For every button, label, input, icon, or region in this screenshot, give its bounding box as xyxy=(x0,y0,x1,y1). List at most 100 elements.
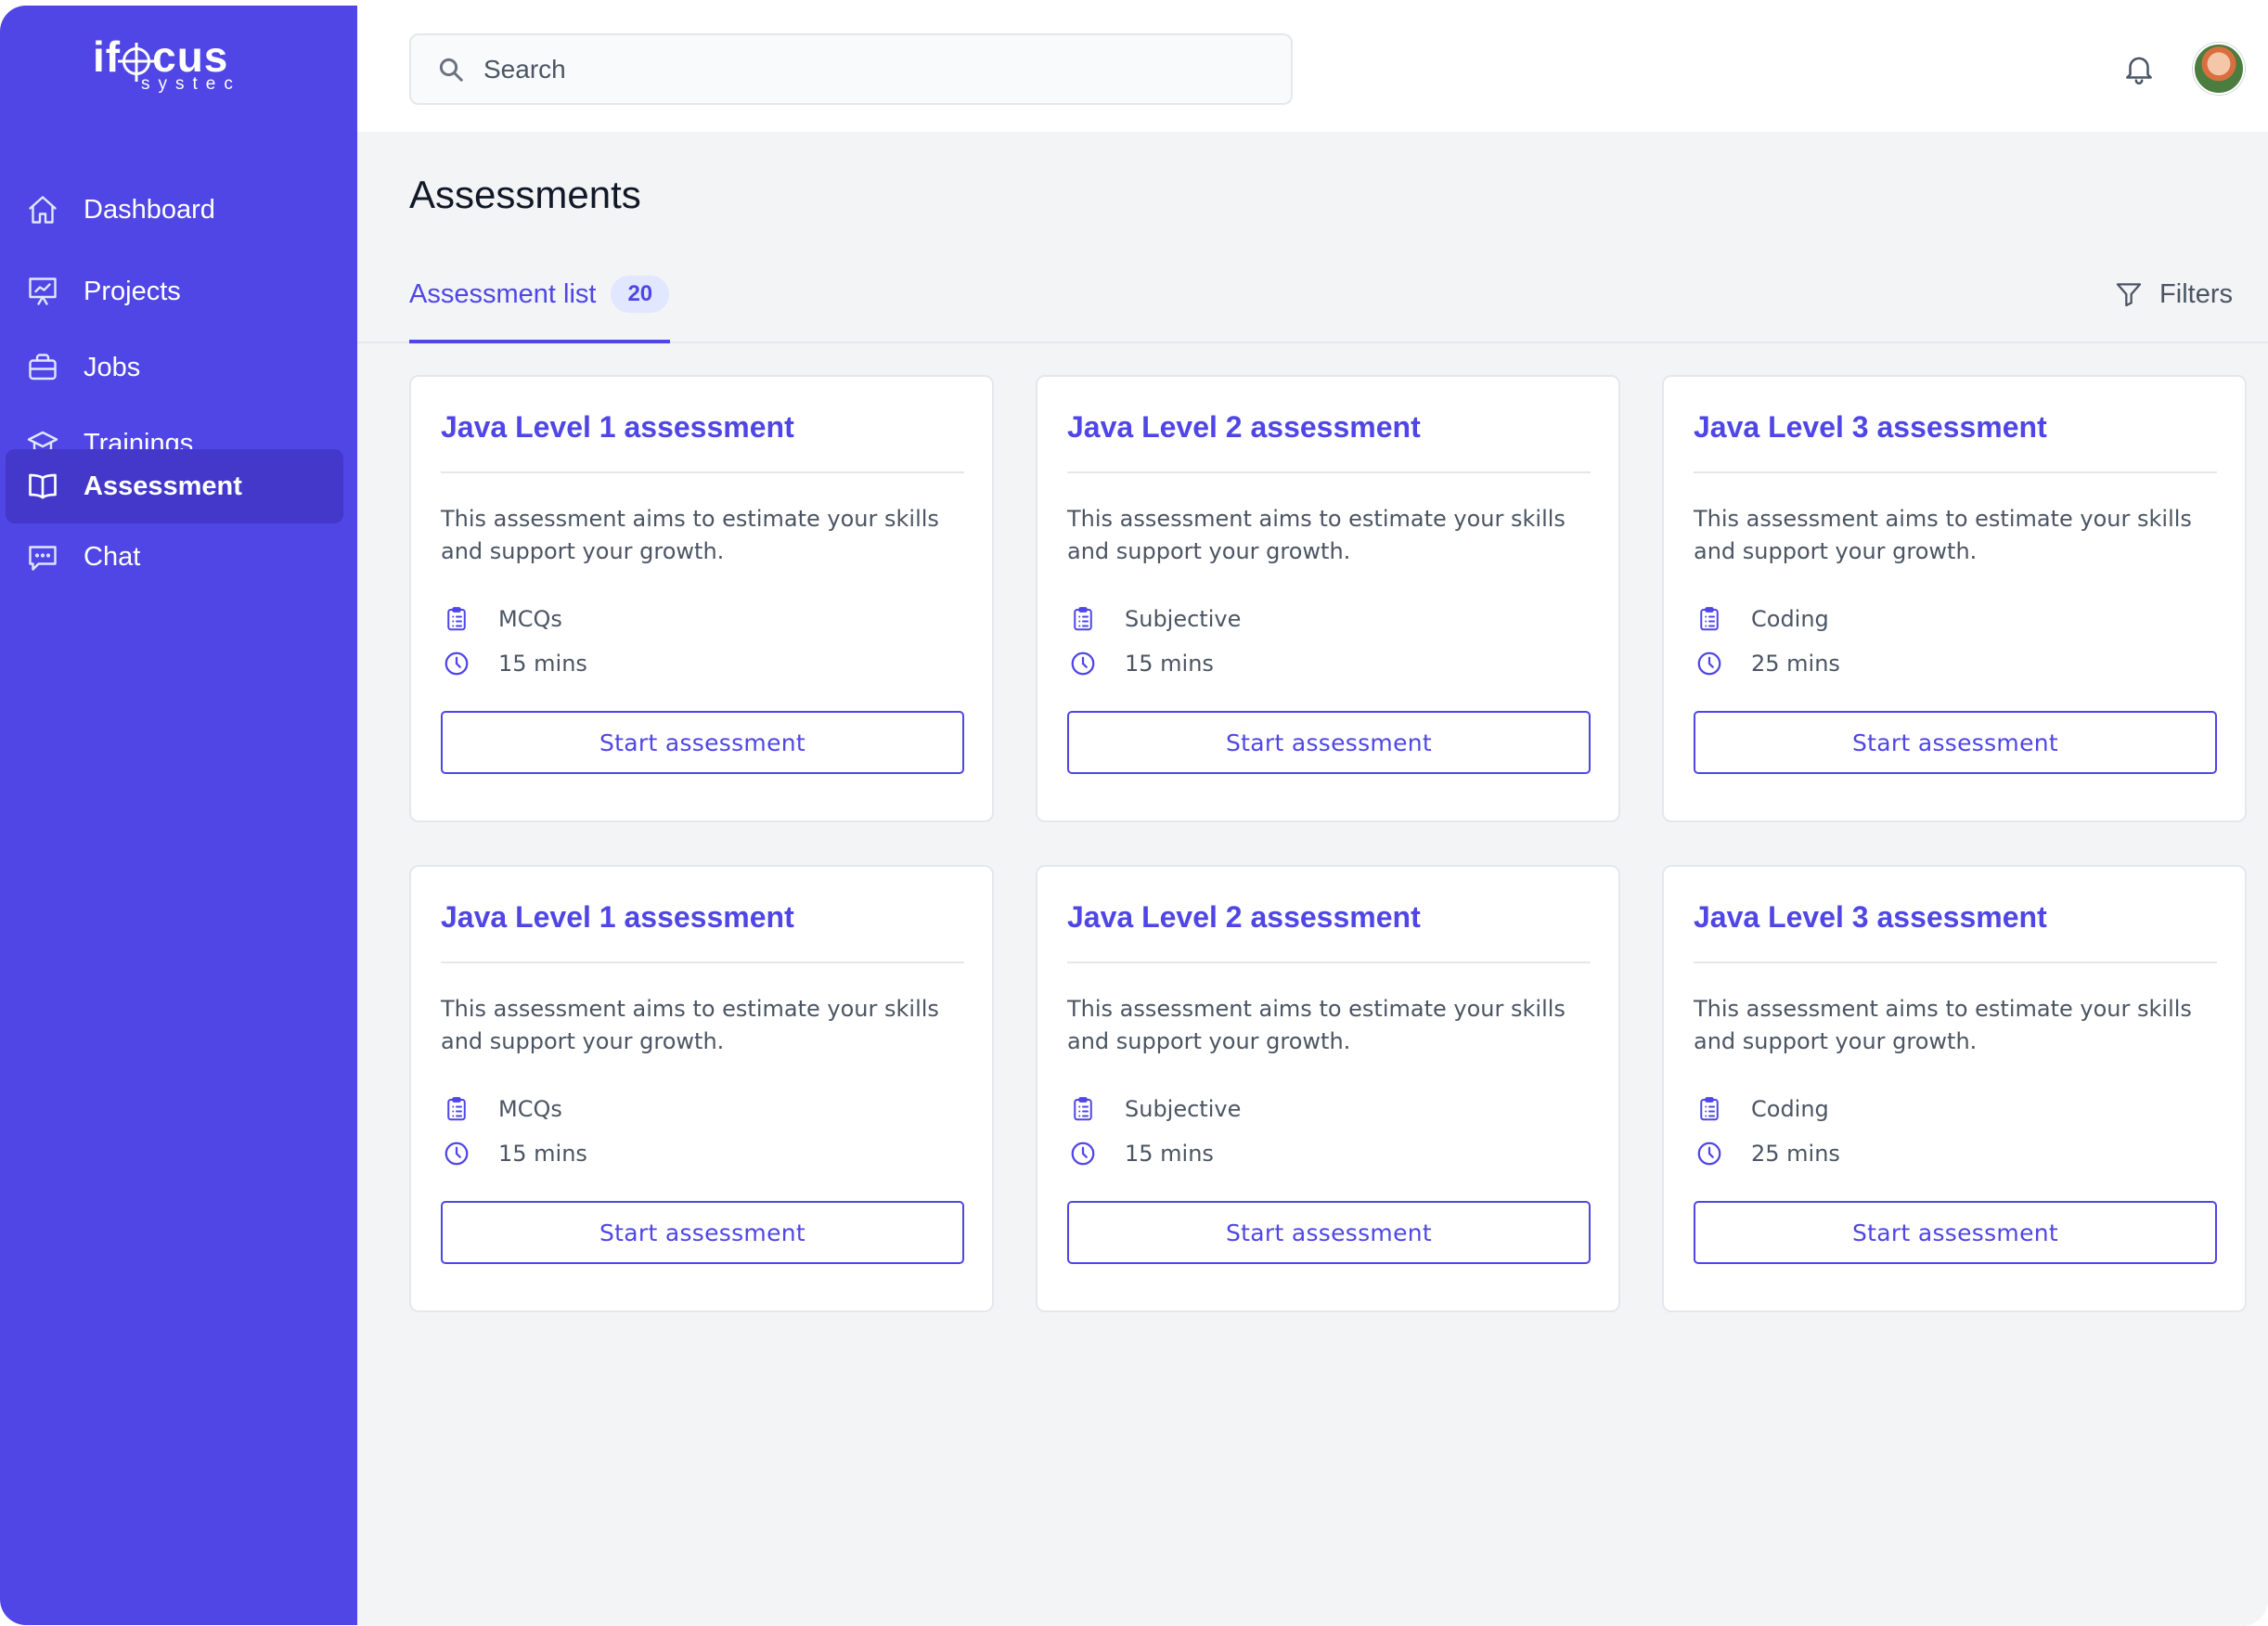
logo-wordmark: if cus xyxy=(93,32,229,81)
start-assessment-button[interactable]: Start assessment xyxy=(441,1201,964,1264)
page-title: Assessments xyxy=(409,173,641,216)
assessment-card: Java Level 3 assessment This assessment … xyxy=(1662,865,2247,1312)
divider xyxy=(441,471,964,473)
card-description: This assessment aims to estimate your sk… xyxy=(1067,506,1566,564)
assessment-type: Coding xyxy=(1694,603,1829,635)
type-label: Coding xyxy=(1751,1096,1829,1122)
duration-label: 15 mins xyxy=(1125,1141,1214,1167)
card-title: Java Level 3 assessment xyxy=(1694,410,2047,444)
search-input[interactable] xyxy=(483,54,1226,84)
type-label: Coding xyxy=(1751,606,1829,632)
card-title: Java Level 1 assessment xyxy=(441,410,794,444)
assessment-type: Subjective xyxy=(1067,1093,1241,1125)
duration-label: 15 mins xyxy=(498,651,587,677)
clock-icon xyxy=(441,648,472,679)
clock-icon xyxy=(1694,648,1725,679)
clipboard-list-icon xyxy=(441,1093,472,1125)
assessment-duration: 25 mins xyxy=(1694,1138,1840,1169)
duration-label: 25 mins xyxy=(1751,651,1840,677)
assessment-type: Coding xyxy=(1694,1093,1829,1125)
main-content: Assessments Assessment list 20 Filters J… xyxy=(357,132,2268,1626)
assessment-card: Java Level 1 assessment This assessment … xyxy=(409,865,994,1312)
assessment-type: Subjective xyxy=(1067,603,1241,635)
filters-label: Filters xyxy=(2159,278,2233,309)
funnel-icon xyxy=(2113,278,2145,310)
sidebar-item-projects[interactable]: Projects xyxy=(6,254,343,329)
assessment-card: Java Level 2 assessment This assessment … xyxy=(1036,375,1620,822)
sidebar: if cus systec Dashboard Projects Jobs Tr… xyxy=(0,6,357,1625)
sidebar-item-chat[interactable]: Chat xyxy=(6,520,343,594)
start-assessment-button[interactable]: Start assessment xyxy=(1694,1201,2217,1264)
clock-icon xyxy=(1067,1138,1099,1169)
sidebar-item-label: Dashboard xyxy=(84,194,215,225)
duration-label: 15 mins xyxy=(1125,651,1214,677)
assessment-duration: 15 mins xyxy=(441,648,587,679)
sidebar-item-label: Projects xyxy=(84,276,181,306)
start-assessment-button[interactable]: Start assessment xyxy=(1067,1201,1591,1264)
search-box[interactable] xyxy=(409,33,1293,105)
divider xyxy=(1694,961,2217,963)
divider xyxy=(441,961,964,963)
clipboard-list-icon xyxy=(1694,1093,1725,1125)
card-description: This assessment aims to estimate your sk… xyxy=(441,996,939,1054)
clipboard-list-icon xyxy=(1067,1093,1099,1125)
divider xyxy=(1067,471,1591,473)
duration-label: 15 mins xyxy=(498,1141,587,1167)
app-window: if cus systec Dashboard Projects Jobs Tr… xyxy=(0,0,2268,1626)
logo-subtitle: systec xyxy=(141,74,241,94)
count-badge: 20 xyxy=(611,276,670,313)
home-icon xyxy=(24,191,61,228)
top-bar xyxy=(357,0,2268,132)
avatar[interactable] xyxy=(2193,43,2245,95)
brand-logo[interactable]: if cus systec xyxy=(93,33,241,98)
bell-icon[interactable] xyxy=(2119,48,2159,89)
assessment-type: MCQs xyxy=(441,1093,562,1125)
clipboard-list-icon xyxy=(1067,603,1099,635)
sidebar-item-jobs[interactable]: Jobs xyxy=(6,330,343,405)
briefcase-icon xyxy=(24,349,61,386)
duration-label: 25 mins xyxy=(1751,1141,1840,1167)
sidebar-item-label: Assessment xyxy=(84,471,242,501)
assessment-duration: 25 mins xyxy=(1694,648,1840,679)
card-title: Java Level 1 assessment xyxy=(441,900,794,934)
search-icon xyxy=(435,54,467,85)
card-title: Java Level 2 assessment xyxy=(1067,900,1421,934)
book-open-icon xyxy=(24,468,61,505)
start-assessment-button[interactable]: Start assessment xyxy=(441,711,964,774)
tab-label: Assessment list xyxy=(409,278,597,309)
assessment-card: Java Level 2 assessment This assessment … xyxy=(1036,865,1620,1312)
card-title: Java Level 3 assessment xyxy=(1694,900,2047,934)
sidebar-item-assessment[interactable]: Assessment xyxy=(6,449,343,523)
tab-assessment-list[interactable]: Assessment list 20 xyxy=(409,262,670,343)
card-description: This assessment aims to estimate your sk… xyxy=(1694,506,2192,564)
card-description: This assessment aims to estimate your sk… xyxy=(441,506,939,564)
type-label: Subjective xyxy=(1125,606,1242,632)
assessment-duration: 15 mins xyxy=(1067,648,1214,679)
divider xyxy=(1067,961,1591,963)
type-label: MCQs xyxy=(498,1096,562,1122)
sidebar-item-label: Chat xyxy=(84,541,141,572)
crosshair-icon xyxy=(122,47,151,75)
presentation-chart-icon xyxy=(24,273,61,310)
assessment-duration: 15 mins xyxy=(441,1138,587,1169)
start-assessment-button[interactable]: Start assessment xyxy=(1694,711,2217,774)
assessment-type: MCQs xyxy=(441,603,562,635)
card-description: This assessment aims to estimate your sk… xyxy=(1694,996,2192,1054)
clock-icon xyxy=(441,1138,472,1169)
divider xyxy=(1694,471,2217,473)
assessment-duration: 15 mins xyxy=(1067,1138,1214,1169)
card-title: Java Level 2 assessment xyxy=(1067,410,1421,444)
sidebar-item-label: Jobs xyxy=(84,352,141,382)
tab-bar: Assessment list 20 Filters xyxy=(357,262,2268,343)
type-label: Subjective xyxy=(1125,1096,1242,1122)
clipboard-list-icon xyxy=(441,603,472,635)
type-label: MCQs xyxy=(498,606,562,632)
filters-button[interactable]: Filters xyxy=(2113,278,2233,310)
start-assessment-button[interactable]: Start assessment xyxy=(1067,711,1591,774)
clock-icon xyxy=(1694,1138,1725,1169)
clipboard-list-icon xyxy=(1694,603,1725,635)
chat-bubble-icon xyxy=(24,538,61,575)
assessment-card: Java Level 3 assessment This assessment … xyxy=(1662,375,2247,822)
card-description: This assessment aims to estimate your sk… xyxy=(1067,996,1566,1054)
sidebar-item-dashboard[interactable]: Dashboard xyxy=(6,173,343,247)
